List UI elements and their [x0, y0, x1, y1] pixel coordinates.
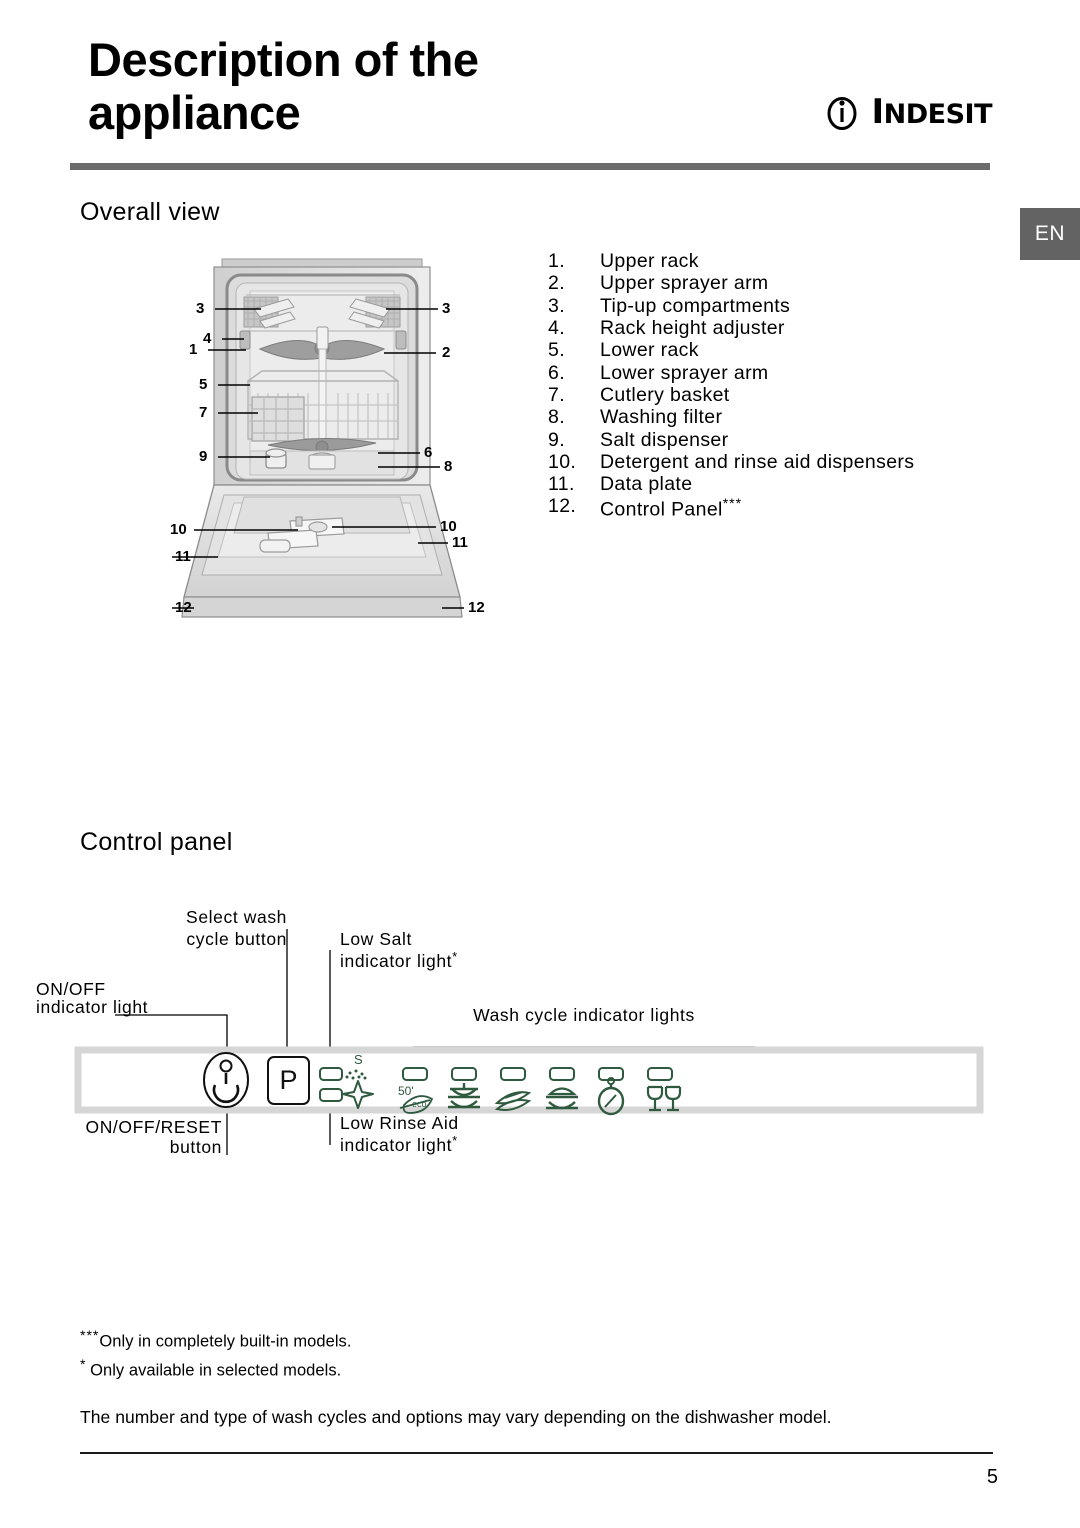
control-panel-illustration: P S 50' eco Select wash cycle button Low…	[36, 907, 984, 1157]
footnotes: ***Only in completely built-in models. *…	[80, 1325, 940, 1428]
label-wash-cycle-indicator-lights: Wash cycle indicator lights	[473, 1005, 695, 1025]
part-label: Upper sprayer arm	[600, 272, 769, 295]
list-item: 6. Lower sprayer arm	[548, 362, 978, 384]
label-on-off-indicator-line2: indicator light	[36, 997, 148, 1017]
label-low-rinse-aid-line2: indicator light*	[340, 1133, 458, 1155]
part-number: 2.	[548, 272, 565, 295]
svg-text:S: S	[354, 1052, 363, 1067]
footnote-triple-star-marker: ***	[80, 1327, 100, 1343]
part-label: Washing filter	[600, 406, 723, 429]
indesit-wordmark: INDESIT	[871, 92, 992, 132]
svg-text:eco: eco	[412, 1099, 427, 1109]
heading-control-panel: Control panel	[80, 828, 233, 856]
part-label: Control Panel***	[600, 495, 743, 521]
part-label: Tip-up compartments	[600, 294, 791, 317]
page-title: Description of the appliance	[88, 33, 648, 139]
part-number: 6.	[548, 361, 565, 384]
label-on-off-reset-line2: button	[170, 1137, 222, 1157]
label-select-wash-cycle-line1: Select wash	[186, 907, 287, 927]
footnote-spacer	[80, 1384, 940, 1407]
part-number: 1.	[548, 250, 565, 272]
part-number: 4.	[548, 316, 565, 339]
part-label: Upper rack	[600, 250, 699, 272]
page-number: 5	[986, 1466, 998, 1488]
footer-divider	[80, 1452, 993, 1454]
list-item: 9. Salt dispenser	[548, 429, 978, 451]
list-item: 4. Rack height adjuster	[548, 317, 978, 339]
header-divider	[70, 163, 990, 170]
part-label: Detergent and rinse aid dispensers	[600, 450, 915, 473]
part-number: 3.	[548, 294, 565, 317]
page-title-line2: appliance	[88, 85, 301, 139]
footnote-triple-star: ***Only in completely built-in models.	[80, 1325, 940, 1354]
list-item: 8. Washing filter	[548, 406, 978, 428]
overall-view-figure: 3 4 1 5 7 9 10 11 12 3 2 6 8 10 11 12 1.	[0, 245, 1080, 625]
manual-page: Description of the appliance INDESIT EN …	[0, 0, 1080, 1528]
footnote-single-star: * Only available in selected models.	[80, 1354, 940, 1383]
page-title-line1: Description of the	[88, 33, 479, 86]
footnote-general: The number and type of wash cycles and o…	[80, 1406, 832, 1427]
list-item: 5. Lower rack	[548, 339, 978, 361]
list-item: 1. Upper rack	[548, 250, 978, 272]
list-item: 12. Control Panel***	[548, 495, 978, 521]
list-item: 7. Cutlery basket	[548, 384, 978, 406]
language-tab-label: EN	[1034, 222, 1066, 245]
indesit-logo: INDESIT	[822, 92, 993, 132]
list-item: 11. Data plate	[548, 473, 978, 495]
dishwasher-diagram: 3 4 1 5 7 9 10 11 12 3 2 6 8 10 11 12	[170, 245, 494, 625]
list-item: 2. Upper sprayer arm	[548, 272, 978, 294]
list-item: 3. Tip-up compartments	[548, 295, 978, 317]
list-item: 10. Detergent and rinse aid dispensers	[548, 451, 978, 473]
part-label: Salt dispenser	[600, 428, 729, 451]
indesit-circle-i-icon	[827, 97, 857, 130]
label-low-salt-line1: Low Salt	[340, 929, 412, 949]
indesit-wordmark-rest: NDESIT	[883, 99, 993, 130]
part-number: 11.	[548, 473, 575, 496]
control-panel-figure: P S 50' eco Select wash cycle button Low…	[0, 905, 1080, 1205]
part-label: Rack height adjuster	[600, 316, 785, 339]
part-label: Cutlery basket	[600, 383, 730, 406]
label-low-salt-line2: indicator light*	[340, 949, 458, 971]
part-number: 9.	[548, 428, 565, 451]
svg-text:50': 50'	[398, 1084, 414, 1098]
label-low-rinse-aid-line1: Low Rinse Aid	[340, 1113, 459, 1133]
footnote-triple-star-text: Only in completely built-in models.	[99, 1332, 352, 1351]
part-label: Lower rack	[600, 339, 699, 362]
part-label: Data plate	[600, 473, 693, 496]
part-number: 10.	[548, 450, 577, 473]
label-on-off-reset-line1: ON/OFF/RESET	[85, 1117, 222, 1137]
parts-list: 1. Upper rack 2. Upper sprayer arm 3. Ti…	[548, 250, 978, 521]
part-number: 7.	[548, 383, 565, 406]
label-on-off-indicator-line1: ON/OFF	[36, 979, 106, 999]
footnote-single-star-text: Only available in selected models.	[85, 1361, 342, 1380]
heading-overall-view: Overall view	[80, 198, 220, 226]
part-number: 12.	[548, 495, 577, 518]
part-label-superscript: ***	[722, 495, 743, 512]
label-select-wash-cycle-line2: cycle button	[186, 929, 287, 949]
dishwasher-illustration	[172, 258, 464, 618]
part-number: 8.	[548, 406, 565, 429]
part-number: 5.	[548, 339, 565, 362]
select-button-label: P	[279, 1065, 297, 1095]
part-label: Lower sprayer arm	[600, 361, 769, 384]
